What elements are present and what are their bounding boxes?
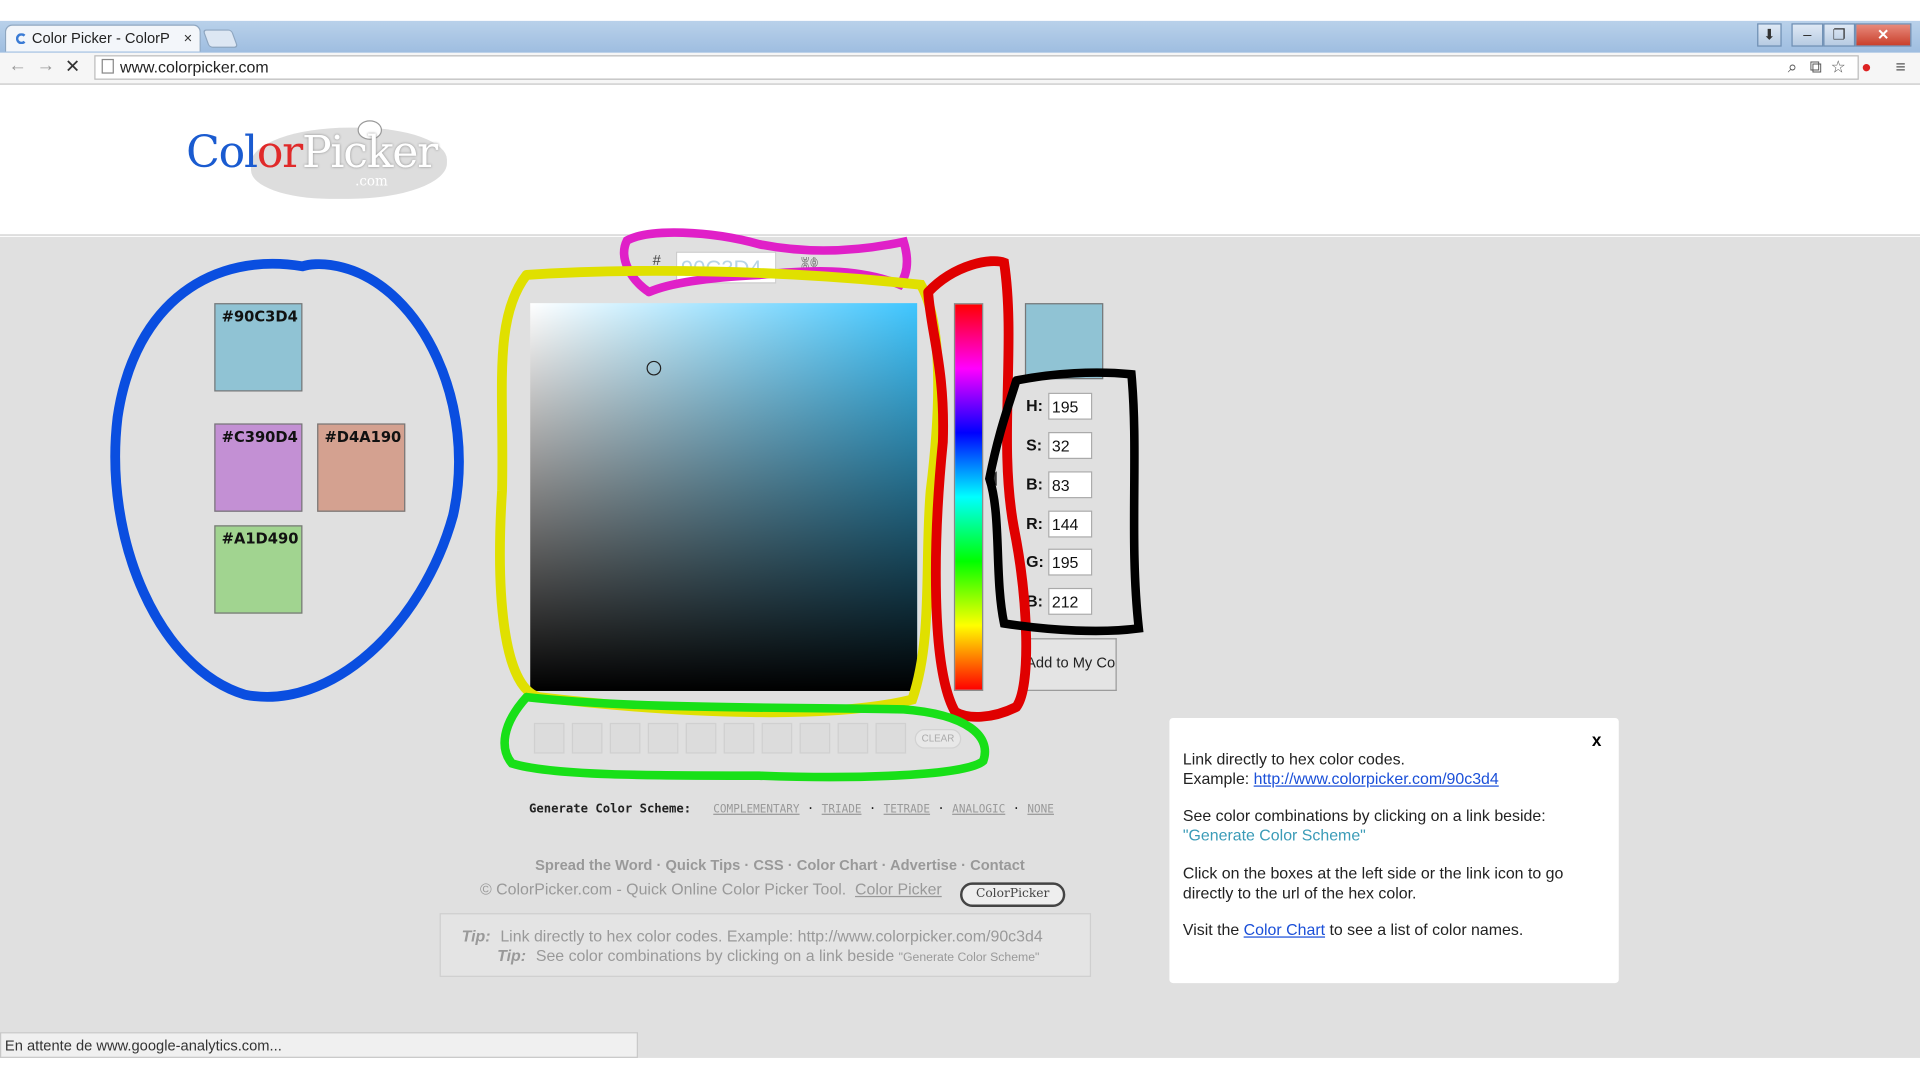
field-label-blue: B: (1026, 591, 1043, 610)
saved-color-swatch[interactable]: #A1D490 (214, 525, 303, 614)
forward-icon[interactable]: → (37, 55, 55, 76)
color-scheme-bar: Generate Color Scheme: COMPLEMENTARY · T… (528, 802, 1054, 817)
popup-paragraph: Visit the Color Chart to see a list of c… (1182, 920, 1524, 939)
colorpicker-badge[interactable]: ColorPicker (960, 882, 1066, 907)
footer-link[interactable]: CSS (753, 857, 783, 874)
popup-paragraph: Click on the boxes at the left side or t… (1182, 864, 1564, 903)
scheme-label: Generate Color Scheme: (528, 802, 692, 817)
history-slot[interactable] (533, 722, 565, 754)
info-popup: x Link directly to hex color codes. Exam… (1169, 717, 1619, 984)
hue-input[interactable]: 195 (1048, 392, 1093, 420)
color-chart-link[interactable]: Color Chart (1244, 920, 1325, 938)
popup-paragraph: See color combinations by clicking on a … (1182, 806, 1546, 845)
brightness-input[interactable]: 83 (1048, 471, 1093, 499)
popup-close-button[interactable]: x (1592, 730, 1602, 750)
scheme-tetrade-link[interactable]: TETRADE (884, 804, 930, 816)
hex-input[interactable]: 90C3D4 (675, 251, 777, 284)
loading-spinner-icon (15, 33, 27, 45)
maximize-button[interactable]: ❐ (1823, 23, 1856, 47)
footer-links: Spread the Word · Quick Tips · CSS · Col… (535, 856, 1025, 874)
tip-line: Tip: Link directly to hex color codes. Ex… (461, 926, 1043, 946)
minimize-button[interactable]: – (1791, 23, 1824, 47)
tab-title: Color Picker - ColorP (31, 29, 170, 47)
history-slot[interactable] (875, 722, 907, 754)
history-slot[interactable] (647, 722, 679, 754)
history-slot[interactable] (837, 722, 869, 754)
saved-color-swatch[interactable]: #C390D4 (214, 423, 303, 512)
status-bar: En attente de www.google-analytics.com..… (0, 1032, 638, 1058)
saved-color-swatch[interactable]: #D4A190 (317, 423, 406, 512)
blue-input[interactable]: 212 (1048, 587, 1093, 615)
menu-icon[interactable]: ≡ (1896, 56, 1906, 76)
red-input[interactable]: 144 (1048, 510, 1093, 538)
scheme-analogic-link[interactable]: ANALOGIC (952, 804, 1005, 816)
field-label-g: G: (1026, 552, 1044, 571)
scheme-none-link[interactable]: NONE (1027, 804, 1054, 816)
footer-link[interactable]: Color Chart (797, 857, 878, 874)
footer-link[interactable]: Spread the Word (535, 857, 652, 874)
history-slot[interactable] (761, 722, 793, 754)
user-icon[interactable]: ⬇ (1757, 23, 1782, 47)
window-close-button[interactable]: ✕ (1855, 23, 1912, 47)
saturation-brightness-area[interactable] (530, 303, 918, 691)
hue-slider[interactable] (953, 303, 984, 691)
new-tab-button[interactable] (202, 29, 239, 48)
color-cursor[interactable] (646, 360, 662, 376)
green-input[interactable]: 195 (1048, 548, 1093, 576)
scheme-complementary-link[interactable]: COMPLEMENTARY (713, 804, 799, 816)
window-titlebar (0, 20, 1920, 53)
bookmark-star-icon[interactable]: ☆ (1831, 56, 1846, 77)
current-color-preview (1024, 303, 1104, 380)
address-bar[interactable]: www.colorpicker.com (94, 55, 1859, 80)
field-label-h: H: (1026, 396, 1043, 415)
footer-link[interactable]: Quick Tips (665, 857, 740, 874)
logo-subtext: .com (355, 173, 388, 190)
translate-icon[interactable]: ⧉ (1810, 56, 1822, 77)
example-link[interactable]: http://www.colorpicker.com/90c3d4 (1254, 770, 1499, 788)
back-icon[interactable]: ← (9, 55, 27, 76)
field-label-r: R: (1026, 514, 1043, 533)
clear-history-button[interactable]: CLEAR (914, 729, 962, 749)
copyright: © ColorPicker.com - Quick Online Color P… (480, 879, 942, 899)
tip-line: Tip: See color combinations by clicking o… (497, 946, 1040, 965)
site-logo[interactable]: ColorPicker (186, 128, 438, 178)
history-slot[interactable] (685, 722, 717, 754)
footer-link[interactable]: Advertise (890, 857, 957, 874)
page-icon (101, 58, 114, 74)
popup-paragraph: Link directly to hex color codes. Exampl… (1182, 749, 1499, 788)
tips-box: Tip: Link directly to hex color codes. Ex… (439, 913, 1092, 977)
history-slot[interactable] (799, 722, 831, 754)
history-slot[interactable] (609, 722, 641, 754)
tab-close-icon[interactable]: × (184, 29, 193, 46)
saved-color-swatch[interactable]: #90C3D4 (214, 303, 303, 392)
zoom-icon[interactable]: ⌕ (1788, 56, 1798, 77)
color-picker-link[interactable]: Color Picker (855, 880, 942, 898)
history-slot[interactable] (723, 722, 755, 754)
saturation-input[interactable]: 32 (1048, 432, 1093, 460)
extension-icon[interactable]: ● (1861, 56, 1871, 76)
history-slot[interactable] (571, 722, 603, 754)
browser-tab[interactable]: Color Picker - ColorP × (4, 24, 201, 52)
hex-hash: # (652, 251, 661, 269)
scheme-triade-link[interactable]: TRIADE (822, 804, 862, 816)
stop-icon[interactable]: ✕ (65, 55, 80, 77)
field-label-b: B: (1026, 474, 1043, 494)
hue-slider-handle[interactable] (986, 471, 997, 487)
field-label-s: S: (1026, 435, 1043, 455)
link-icon[interactable]: ⛓ (797, 255, 822, 280)
add-to-my-colors-button[interactable]: Add to My Colors (1023, 638, 1117, 691)
footer-link[interactable]: Contact (970, 857, 1025, 874)
